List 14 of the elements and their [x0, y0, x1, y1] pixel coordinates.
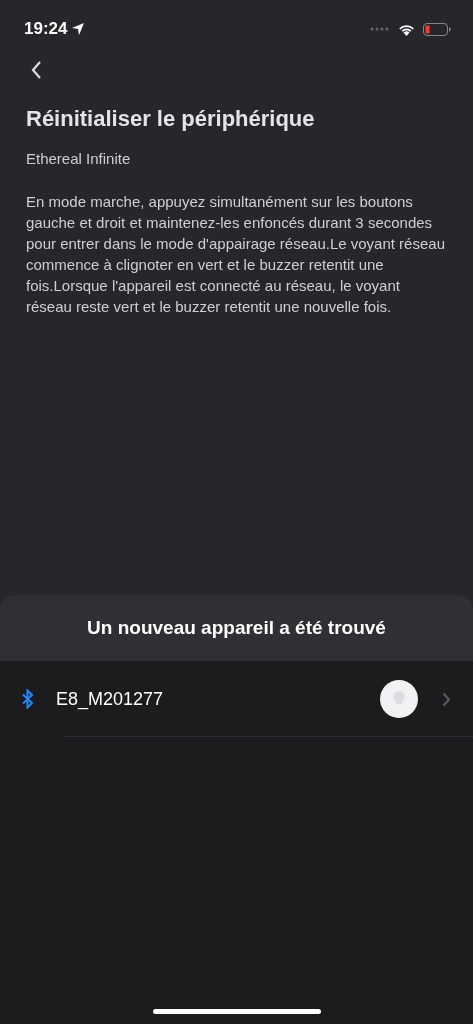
wifi-icon — [398, 22, 415, 36]
battery-icon — [423, 22, 451, 36]
device-model: Ethereal Infinite — [26, 150, 132, 167]
location-arrow-icon — [71, 22, 86, 36]
device-name: E8_M201277 — [56, 688, 165, 710]
signal-icon — [370, 27, 390, 31]
sheet-title: Un nouveau appareil a été trouvé — [87, 617, 386, 639]
status-time: 19:24 — [24, 19, 68, 39]
bulb-icon — [380, 680, 418, 718]
device-row[interactable]: E8_M201277 — [0, 661, 473, 737]
bluetooth-icon — [22, 689, 34, 709]
instructions-text: En mode marche, appuyez simultanément sur les boutons gauche et droit et maintenez-les enfoncés durant 3 secondes pour entrer dans le mode d'appairage réseau.Le voyant réseau commence à clignoter en vert et le buzzer retentit une fois.Lorsque l'appareil est connecté au réseau, le voyant réseau reste vert et le buzzer retentit une nouvelle fois. — [26, 192, 446, 317]
page-title: Réinitialiser le périphérique — [26, 106, 316, 132]
chevron-right-icon — [442, 691, 451, 707]
